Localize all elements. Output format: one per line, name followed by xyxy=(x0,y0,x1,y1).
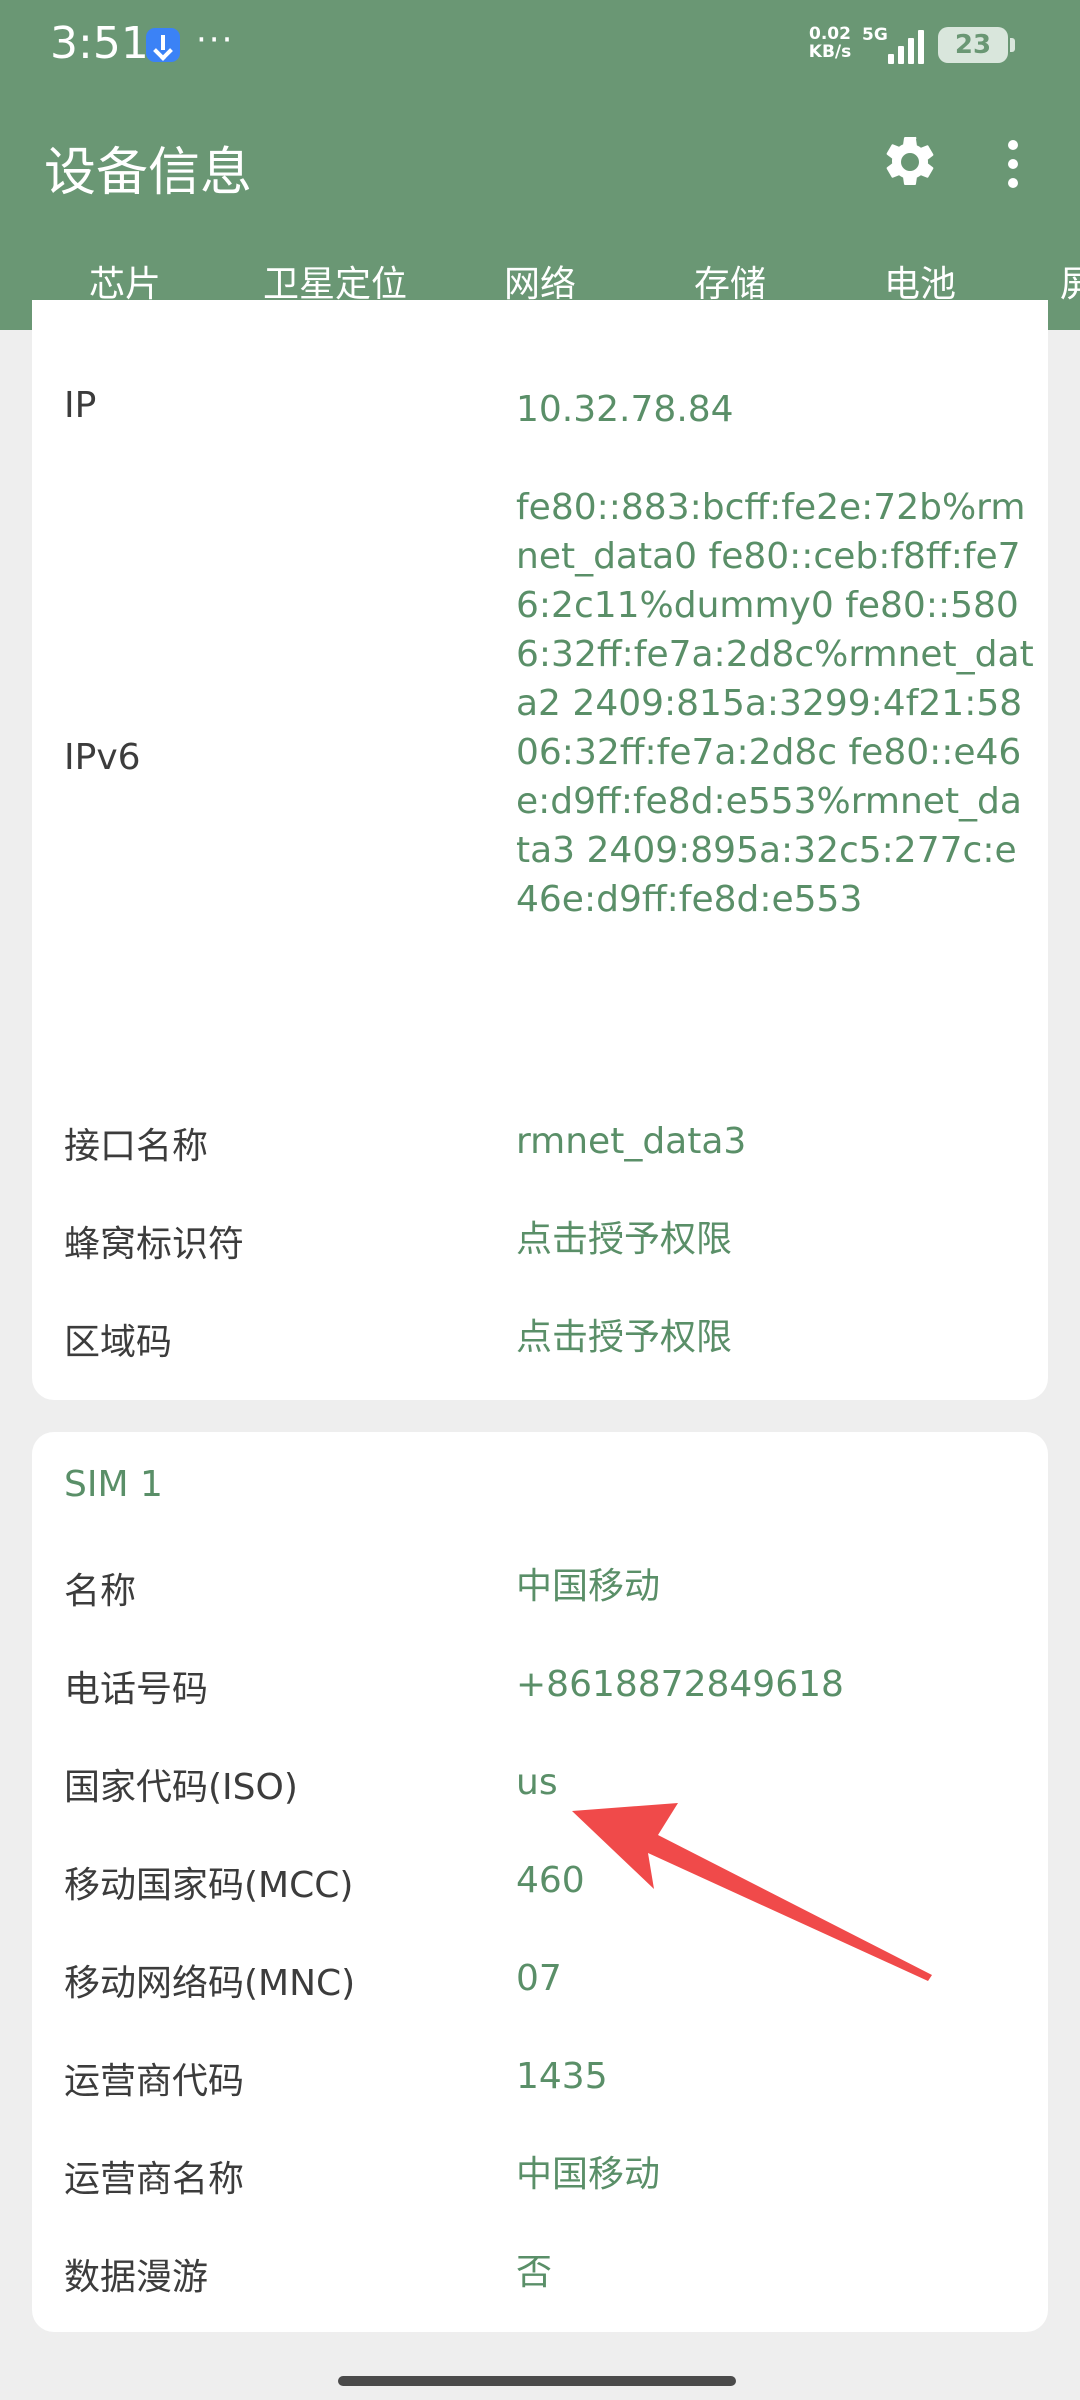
row-label: 移动网络码(MNC) xyxy=(64,1963,356,2004)
row-label: 运营商代码 xyxy=(64,2061,245,2102)
row-label: 蜂窝标识符 xyxy=(64,1224,245,1265)
row-label: IP xyxy=(64,385,97,426)
row-label: 名称 xyxy=(64,1571,137,1612)
row-label: 国家代码(ISO) xyxy=(64,1767,298,1808)
annotation-arrow-icon xyxy=(572,1803,932,1981)
grant-permission-link[interactable]: 点击授予权限 xyxy=(516,1313,1036,1362)
row-value: 中国移动 xyxy=(516,2154,661,2195)
download-icon xyxy=(146,28,180,62)
network-speed-value: 0.02 xyxy=(809,24,851,44)
battery-icon: 23 xyxy=(938,27,1008,63)
row-value: 10.32.78.84 xyxy=(516,389,734,430)
row-value: fe80::883:bcff:fe2e:72b%rmnet_data0 fe80… xyxy=(516,487,1034,920)
gear-icon[interactable] xyxy=(880,132,940,192)
network-speed-unit: KB/s xyxy=(808,42,852,62)
sim-title: SIM 1 xyxy=(64,1464,163,1505)
network-type: 5G xyxy=(862,25,888,45)
row-value: 中国移动 xyxy=(516,1566,661,1607)
battery-tip xyxy=(1010,38,1015,52)
network-speed: 0.02 KB/s xyxy=(808,25,852,61)
row-label: 区域码 xyxy=(64,1322,173,1363)
status-more-icon: ··· xyxy=(196,20,235,60)
row-value: 否 xyxy=(516,2252,553,2293)
network-info-card: IP 10.32.78.84 IPv6 fe80::883:bcff:fe2e:… xyxy=(32,300,1048,1400)
app-bar: 3:51 ··· 0.02 KB/s 5G 23 设备信息 芯片 卫星定位 网络… xyxy=(0,0,1080,330)
row-label: 移动国家码(MCC) xyxy=(64,1865,354,1906)
row-label: 电话号码 xyxy=(64,1669,209,1710)
row-label: IPv6 xyxy=(64,737,141,778)
home-indicator[interactable] xyxy=(338,2376,736,2386)
row-label: 数据漫游 xyxy=(64,2257,209,2298)
row-value: rmnet_data3 xyxy=(516,1121,747,1162)
tab-screen[interactable]: 屏 xyxy=(1060,255,1080,330)
signal-icon xyxy=(888,28,928,64)
row-label: 接口名称 xyxy=(64,1126,209,1167)
row-label: 运营商名称 xyxy=(64,2159,245,2200)
row-value: 1435 xyxy=(516,2056,608,2097)
page-title: 设备信息 xyxy=(44,143,253,203)
status-time: 3:51 xyxy=(50,18,149,69)
row-value: +8618872849618 xyxy=(516,1664,844,1705)
status-bar: 3:51 ··· 0.02 KB/s 5G 23 xyxy=(0,0,1080,96)
grant-permission-link[interactable]: 点击授予权限 xyxy=(516,1215,1036,1264)
more-vert-icon[interactable] xyxy=(1008,140,1020,190)
